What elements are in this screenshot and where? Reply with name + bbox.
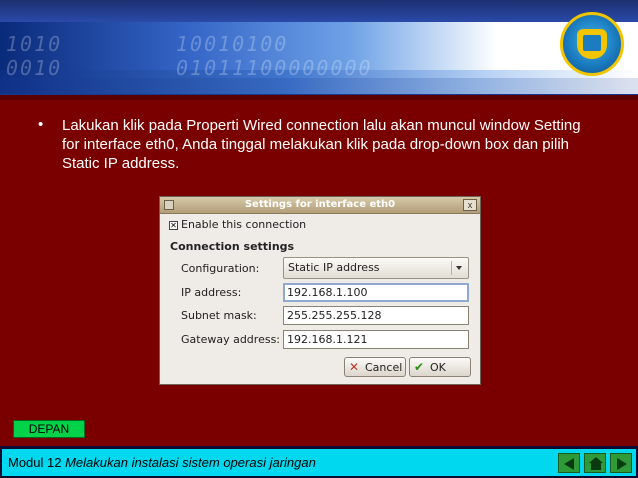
enable-connection-checkbox[interactable]: ✕ (169, 221, 178, 230)
school-logo-icon (560, 12, 624, 76)
footer-text: Modul 12 Melakukan instalasi sistem oper… (8, 455, 316, 470)
dropdown-arrow-icon (456, 266, 462, 270)
close-icon[interactable]: x (463, 199, 477, 211)
ip-address-label: IP address: (181, 286, 242, 299)
subnet-mask-label: Subnet mask: (181, 309, 257, 322)
enable-connection-label[interactable]: Enable this connection (181, 218, 306, 231)
configuration-dropdown[interactable]: Static IP address (283, 257, 469, 279)
cancel-icon: ✕ (349, 360, 360, 374)
banner-binary-text: 01011100000000 (176, 56, 373, 80)
cancel-button-label: Cancel (365, 361, 403, 374)
next-slide-button[interactable] (610, 453, 632, 473)
header-banner: 1010 0010 10010100 01011100000000 (0, 0, 638, 100)
depan-button[interactable]: DEPAN (13, 420, 85, 438)
footer-module-label: Modul 12 (8, 455, 66, 470)
cancel-button[interactable]: ✕ Cancel (344, 357, 406, 377)
dropdown-separator (451, 261, 452, 275)
next-arrow-icon (617, 458, 627, 470)
ok-button-label: OK (430, 361, 446, 374)
ok-check-icon: ✔ (414, 360, 425, 374)
dialog-title: Settings for interface eth0 (244, 199, 396, 210)
gateway-address-field[interactable]: 192.168.1.121 (283, 330, 469, 349)
bullet-marker: • (38, 116, 44, 133)
prev-arrow-icon (564, 458, 574, 470)
footer-module-title: Melakukan instalasi sistem operasi jarin… (65, 455, 316, 470)
ok-button[interactable]: ✔ OK (409, 357, 471, 377)
banner-binary-text: 0010 (6, 56, 63, 80)
gateway-address-label: Gateway address: (181, 333, 281, 346)
configuration-value: Static IP address (288, 261, 380, 274)
dialog-titlebar[interactable]: Settings for interface eth0 x (160, 197, 480, 214)
bullet-text: Lakukan klik pada Properti Wired connect… (62, 117, 581, 172)
subnet-mask-field[interactable]: 255.255.255.128 (283, 306, 469, 325)
banner-binary-text: 10010100 (176, 32, 289, 56)
banner-binary-text: 1010 (6, 32, 63, 56)
connection-settings-heading: Connection settings (170, 240, 295, 253)
banner-divider (0, 95, 638, 100)
settings-dialog: Settings for interface eth0 x ✕ Enable t… (159, 196, 481, 385)
home-button[interactable] (584, 453, 606, 473)
ip-address-field[interactable]: 192.168.1.100 (283, 283, 469, 302)
banner-top-strip (0, 0, 638, 22)
configuration-label: Configuration: (181, 262, 260, 275)
prev-slide-button[interactable] (558, 453, 580, 473)
